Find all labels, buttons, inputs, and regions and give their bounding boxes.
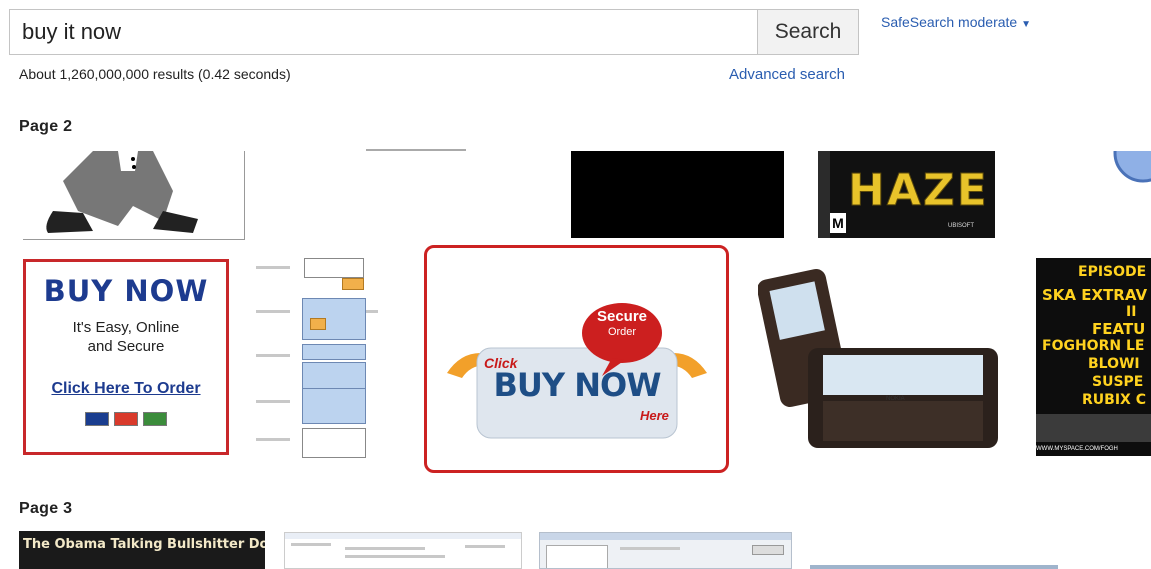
poster-line: EPISODE: [1078, 264, 1147, 280]
image-result-buy-now-card[interactable]: BUY NOW It's Easy, Online and Secure Cli…: [23, 259, 229, 455]
buy-now-main-text: BUY NOW: [493, 366, 662, 404]
rating-badge: M: [830, 213, 846, 233]
here-text: Here: [640, 408, 669, 423]
credit-card-icons: [26, 412, 226, 426]
flow-box: [342, 278, 364, 290]
image-result-dialog[interactable]: [539, 532, 792, 569]
flow-box: [302, 344, 366, 360]
poster-line: FEATU: [1092, 320, 1146, 338]
obama-doll-title: The Obama Talking Bullshitter Doll: [23, 537, 265, 552]
phone-image: [758, 269, 998, 448]
buy-now-heading: BUY NOW: [43, 274, 209, 308]
poster-line: RUBIX C: [1082, 392, 1146, 408]
image-result-screenshot-1[interactable]: [284, 532, 522, 569]
advanced-search-link[interactable]: Advanced search: [729, 66, 845, 83]
image-result-partial-4[interactable]: [810, 565, 1058, 569]
secure-badge-bottom: Order: [607, 326, 637, 338]
image-result-secure-buy-now[interactable]: Secure Order Click BUY NOW Here: [424, 245, 729, 473]
safesearch-label: SafeSearch moderate: [881, 14, 1018, 30]
haze-title: HAZE: [848, 165, 989, 217]
image-result-nokia-phone[interactable]: NOKIA: [758, 263, 1002, 451]
poster-line: SKA EXTRAV: [1042, 286, 1148, 304]
flow-box: [304, 258, 364, 278]
poster-line: BLOWI: [1088, 356, 1140, 372]
buy-now-line2: and Secure: [87, 338, 165, 355]
poster-footer: WWW.MYSPACE.COM/FOGH: [1036, 446, 1118, 452]
visa-icon: [85, 412, 109, 426]
image-result-ska-poster[interactable]: EPISODE SKA EXTRAV II FEATU FOGHORN LE B…: [1036, 258, 1151, 456]
page-label-3: Page 3: [19, 500, 73, 517]
secure-badge-top: Secure: [596, 308, 648, 325]
image-result-cartoon[interactable]: [23, 151, 245, 240]
image-result-circle[interactable]: [1105, 151, 1151, 183]
flow-box: [302, 388, 366, 424]
amex-icon: [143, 412, 167, 426]
image-result-haze-game[interactable]: HAZE M UBISOFT: [818, 151, 995, 238]
poster-line: SUSPE: [1092, 374, 1144, 390]
click-here-link: Click Here To Order: [51, 380, 201, 397]
chevron-down-icon: ▼: [1021, 19, 1031, 30]
phone-brand: NOKIA: [886, 396, 905, 402]
image-result-flow-diagram[interactable]: [254, 254, 378, 460]
image-result-obama-doll[interactable]: The Obama Talking Bullshitter Doll: [19, 531, 265, 569]
cartoon-figure-image: [46, 151, 198, 233]
poster-line: II: [1126, 304, 1137, 320]
buy-now-line1: It's Easy, Online: [72, 319, 180, 336]
search-input[interactable]: [9, 9, 757, 55]
search-button[interactable]: Search: [757, 9, 859, 55]
safesearch-dropdown[interactable]: SafeSearch moderate ▼: [881, 14, 1031, 30]
publisher-logo: UBISOFT: [948, 223, 975, 229]
page-label-2: Page 2: [19, 118, 73, 135]
poster-crowd: [1036, 414, 1151, 442]
flow-box: [310, 318, 326, 330]
secure-buy-now-image: [447, 303, 707, 439]
circle-icon: [1113, 151, 1151, 183]
flow-box: [302, 428, 366, 458]
poster-line: FOGHORN LE: [1042, 338, 1145, 354]
mastercard-icon: [114, 412, 138, 426]
image-result-partial[interactable]: [366, 147, 466, 153]
result-stats: About 1,260,000,000 results (0.42 second…: [19, 66, 291, 82]
image-result-black[interactable]: [571, 151, 784, 238]
